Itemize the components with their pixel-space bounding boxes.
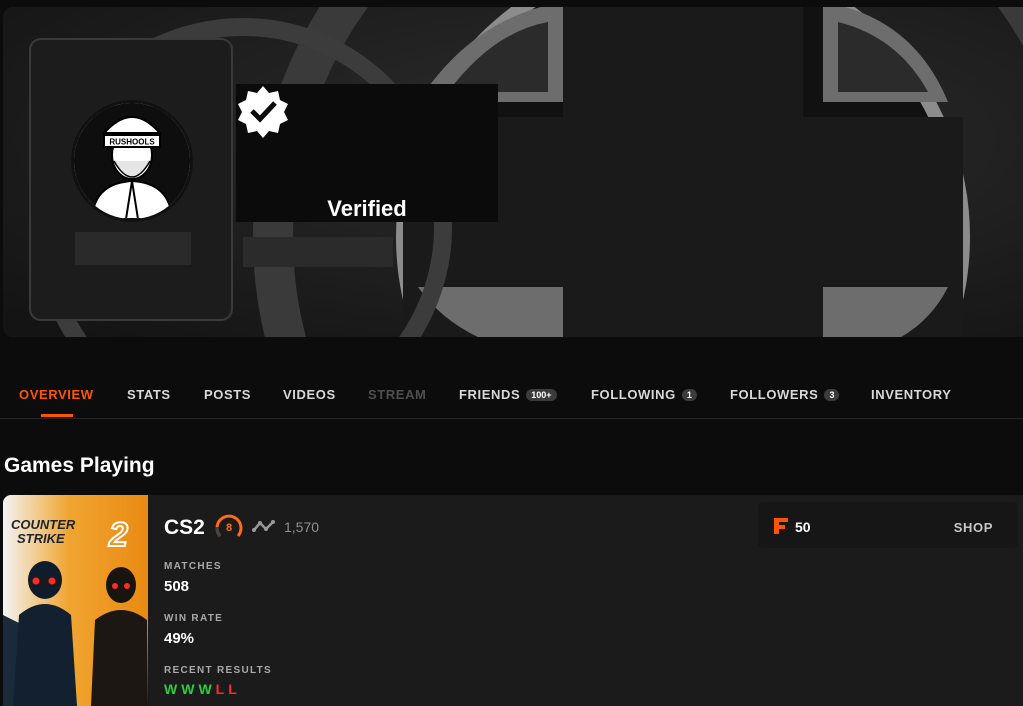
tab-followers[interactable]: FOLLOWERS 3 (730, 387, 840, 402)
games-section-title: Games Playing (4, 454, 155, 477)
shop-link[interactable]: SHOP (954, 520, 993, 535)
friends-count-badge: 100+ (526, 388, 557, 401)
tab-posts[interactable]: POSTS (204, 387, 251, 402)
avatar-card: RUSHOOLS (29, 38, 233, 321)
tab-label: FOLLOWERS (730, 387, 819, 402)
recent-results: W W W L L (164, 681, 237, 697)
profile-tabs: OVERVIEW STATS POSTS VIDEOS STREAM FRIEN… (0, 372, 1023, 419)
tab-friends[interactable]: FRIENDS 100+ (459, 387, 557, 402)
game-card[interactable]: COUNTER STRIKE 2 CS2 8 1,570 MATCHES 508… (3, 495, 1023, 706)
tab-label: INVENTORY (871, 387, 952, 402)
verified-panel: Verified (236, 84, 498, 222)
points-shop-box: 50 SHOP (758, 502, 1018, 548)
result-item: L (215, 681, 225, 697)
result-item: L (228, 681, 237, 697)
tab-label: STREAM (368, 387, 427, 402)
tab-following[interactable]: FOLLOWING 1 (591, 387, 697, 402)
username-placeholder (75, 232, 191, 265)
profile-page: RUSHOOLS Verified OVERVIEW STATS POSTS V… (0, 0, 1023, 706)
tab-label: STATS (127, 387, 171, 402)
tab-label: POSTS (204, 387, 252, 402)
cover-title-number: 2 (108, 516, 128, 554)
verified-badge-icon (238, 86, 288, 138)
tab-overview[interactable]: OVERVIEW (19, 387, 94, 402)
tab-inventory[interactable]: INVENTORY (871, 387, 952, 402)
skill-level-icon: 8 (215, 513, 243, 541)
matches-label: MATCHES (164, 561, 222, 572)
followers-count-badge: 3 (824, 388, 840, 401)
tab-label: OVERVIEW (19, 387, 94, 402)
winrate-label: WIN RATE (164, 613, 224, 624)
game-cover[interactable]: COUNTER STRIKE 2 (3, 495, 148, 706)
tab-stream[interactable]: STREAM (368, 387, 427, 402)
avatar-illustration: RUSHOOLS (74, 103, 190, 219)
winrate-value: 49% (164, 630, 195, 647)
following-count-badge: 1 (681, 388, 697, 401)
elo-graph-icon (252, 520, 275, 532)
avatar[interactable]: RUSHOOLS (71, 100, 193, 222)
cover-title-line2: STRIKE (17, 531, 65, 546)
result-item: W (164, 681, 178, 697)
recent-results-label: RECENT RESULTS (164, 665, 273, 676)
tab-videos[interactable]: VIDEOS (283, 387, 336, 402)
active-tab-indicator (41, 414, 73, 417)
result-item: W (181, 681, 195, 697)
avatar-name-text: RUSHOOLS (109, 138, 155, 147)
tab-label: FOLLOWING (591, 387, 676, 402)
tab-stats[interactable]: STATS (127, 387, 171, 402)
points-value: 50 (795, 519, 811, 535)
tab-label: VIDEOS (283, 387, 336, 402)
cs2-cover-art: COUNTER STRIKE 2 (3, 495, 148, 706)
elo-value: 1,570 (284, 519, 320, 535)
verified-label: Verified (327, 196, 407, 221)
cover-title-line1: COUNTER (11, 517, 76, 532)
result-item: W (198, 681, 212, 697)
profile-banner: RUSHOOLS Verified (3, 7, 1023, 337)
game-name: CS2 (164, 516, 205, 539)
faceit-points-icon (774, 518, 788, 534)
matches-value: 508 (164, 578, 190, 595)
skill-level-value: 8 (226, 522, 232, 534)
tab-label: FRIENDS (459, 387, 521, 402)
